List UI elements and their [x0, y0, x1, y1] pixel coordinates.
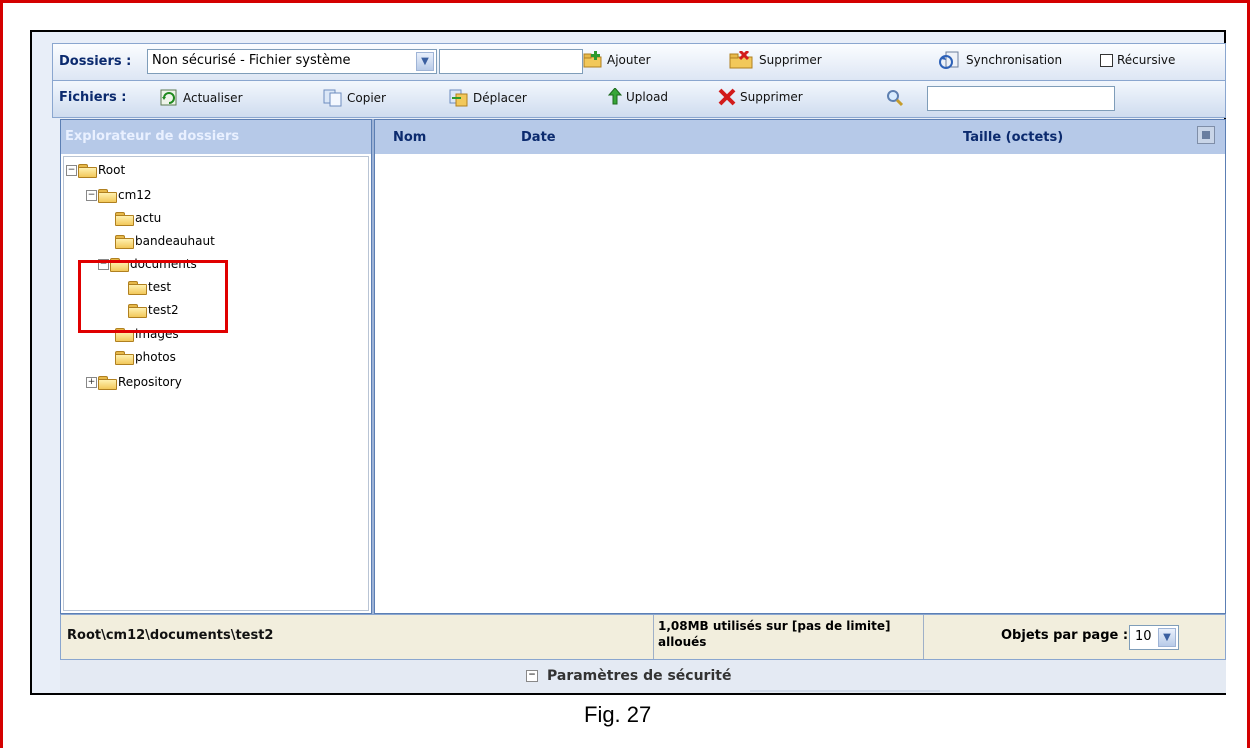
source-select[interactable]: Non sécurisé - Fichier système ▼ [147, 49, 437, 74]
figure-caption: Fig. 27 [584, 702, 652, 727]
column-header-size[interactable]: Taille (octets) [963, 130, 1063, 145]
move-button[interactable]: Déplacer [449, 89, 527, 107]
storage-usage: 1,08MB utilisés sur [pas de limite] allo… [658, 619, 891, 649]
chevron-down-icon[interactable]: ▼ [1158, 628, 1176, 647]
copy-label: Copier [347, 91, 386, 105]
file-manager-window: Dossiers : Non sécurisé - Fichier systèm… [30, 30, 1226, 695]
sync-button[interactable]: Synchronisation [938, 51, 1062, 69]
recursive-label: Récursive [1117, 53, 1176, 67]
tree-node-cm12[interactable]: − cm12 [86, 188, 152, 203]
delete-file-button[interactable]: Supprimer [718, 88, 803, 106]
search-input[interactable] [927, 86, 1115, 111]
upload-button[interactable]: Upload [607, 87, 669, 106]
file-list-panel: Nom Date Taille (octets) [374, 119, 1226, 614]
tree-node-photos[interactable]: photos [115, 350, 176, 365]
tree-label: cm12 [118, 188, 152, 202]
refresh-label: Actualiser [183, 91, 243, 105]
move-icon [449, 89, 469, 107]
folder-name-input[interactable] [439, 49, 583, 74]
items-per-page-select[interactable]: 10 ▼ [1129, 625, 1179, 650]
refresh-icon [159, 89, 179, 107]
add-folder-label: Ajouter [607, 53, 651, 67]
tree-label: actu [135, 211, 162, 225]
tree-label: Root [98, 163, 126, 177]
column-header-name[interactable]: Nom [393, 130, 426, 145]
folder-icon [78, 163, 97, 178]
tree-node-root[interactable]: − Root [66, 163, 126, 178]
upload-icon [607, 87, 623, 106]
security-settings-bar[interactable]: − Paramètres de sécurité [60, 660, 1226, 693]
tree-label: Repository [118, 375, 182, 389]
collapse-icon[interactable]: − [66, 164, 77, 176]
tree-label: bandeauhaut [135, 234, 215, 248]
file-list-header: Nom Date Taille (octets) [375, 120, 1225, 154]
delete-file-label: Supprimer [740, 90, 803, 104]
source-select-value: Non sécurisé - Fichier système [152, 53, 351, 68]
copy-button[interactable]: Copier [323, 89, 386, 107]
tree-node-actu[interactable]: actu [115, 211, 162, 226]
chevron-down-icon[interactable]: ▼ [416, 52, 434, 71]
folder-icon [115, 350, 134, 365]
folders-toolbar: Dossiers : Non sécurisé - Fichier systèm… [52, 43, 1226, 81]
search-icon[interactable] [885, 89, 905, 107]
move-label: Déplacer [473, 91, 527, 105]
folder-icon [98, 375, 117, 390]
folder-explorer-title: Explorateur de dossiers [61, 120, 371, 154]
delete-folder-label: Supprimer [759, 53, 822, 67]
items-per-page-value: 10 [1135, 629, 1152, 644]
folder-explorer-panel: Explorateur de dossiers − Root − cm12 ac… [60, 119, 372, 614]
items-per-page-label: Objets par page : [1001, 628, 1129, 643]
column-picker-icon[interactable] [1197, 126, 1215, 144]
files-label: Fichiers : [59, 90, 127, 105]
folder-icon [115, 211, 134, 226]
folders-label: Dossiers : [59, 54, 132, 69]
collapse-icon[interactable]: − [526, 670, 538, 682]
add-folder-icon [583, 51, 603, 69]
delete-folder-icon [729, 49, 755, 69]
status-divider [653, 615, 654, 659]
delete-x-icon [718, 88, 736, 106]
column-header-date[interactable]: Date [521, 130, 556, 145]
status-divider [923, 615, 924, 659]
add-folder-button[interactable]: Ajouter [583, 51, 651, 69]
divider [750, 690, 940, 692]
refresh-button[interactable]: Actualiser [159, 89, 243, 107]
sync-label: Synchronisation [966, 53, 1063, 67]
expand-icon[interactable]: + [86, 376, 97, 388]
files-toolbar: Fichiers : Actualiser Copier Déplacer Up… [52, 81, 1226, 118]
folder-tree: − Root − cm12 actu bandeauhaut − documen… [63, 156, 369, 611]
tree-label: photos [135, 350, 176, 364]
security-settings-toggle[interactable]: − Paramètres de sécurité [526, 668, 731, 684]
status-bar: Root\cm12\documents\test2 1,08MB utilisé… [60, 614, 1226, 660]
recursive-checkbox[interactable] [1100, 53, 1113, 67]
folder-icon [115, 234, 134, 249]
annotation-highlight-box [78, 260, 228, 333]
security-settings-title: Paramètres de sécurité [547, 668, 732, 684]
copy-icon [323, 89, 343, 107]
upload-label: Upload [626, 90, 669, 104]
folder-icon [98, 188, 117, 203]
delete-folder-button[interactable]: Supprimer [729, 49, 822, 69]
tree-node-bandeauhaut[interactable]: bandeauhaut [115, 234, 215, 249]
sync-icon [938, 51, 962, 69]
collapse-icon[interactable]: − [86, 189, 97, 201]
recursive-toggle[interactable]: Récursive [1100, 53, 1175, 67]
tree-node-repository[interactable]: + Repository [86, 375, 182, 390]
current-path: Root\cm12\documents\test2 [67, 628, 274, 643]
